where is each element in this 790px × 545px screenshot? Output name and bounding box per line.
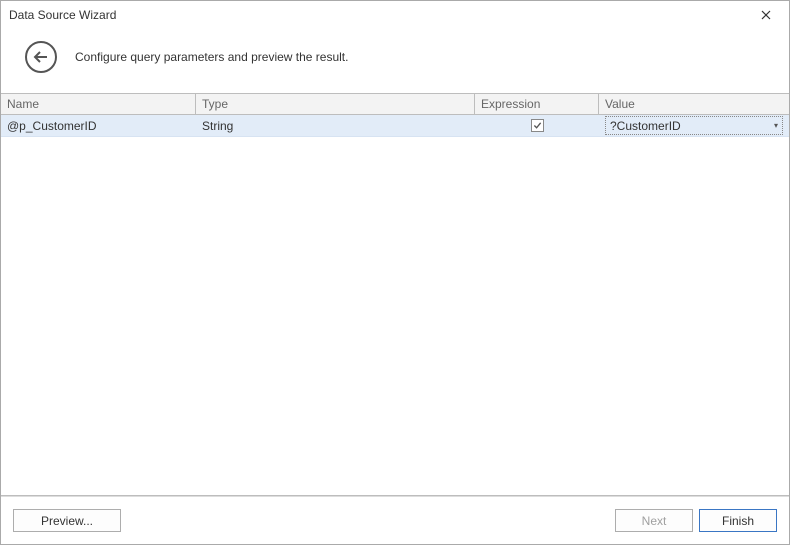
column-header-name[interactable]: Name bbox=[1, 94, 196, 114]
footer: Preview... Next Finish bbox=[1, 496, 789, 544]
value-text: ?CustomerID bbox=[610, 119, 774, 133]
chevron-down-icon: ▾ bbox=[774, 121, 778, 130]
close-icon bbox=[761, 10, 771, 20]
window-title: Data Source Wizard bbox=[9, 8, 751, 22]
grid-body: @p_CustomerID String ?CustomerID ▾ bbox=[1, 115, 789, 496]
param-type-cell[interactable]: String bbox=[196, 115, 475, 136]
column-header-value[interactable]: Value bbox=[599, 94, 789, 114]
wizard-window: Data Source Wizard Configure query param… bbox=[0, 0, 790, 545]
back-button[interactable] bbox=[25, 41, 57, 73]
expression-checkbox[interactable] bbox=[531, 119, 544, 132]
column-header-type[interactable]: Type bbox=[196, 94, 475, 114]
check-icon bbox=[533, 121, 542, 130]
preview-button[interactable]: Preview... bbox=[13, 509, 121, 532]
next-button: Next bbox=[615, 509, 693, 532]
expression-cell[interactable] bbox=[475, 115, 599, 136]
param-name-cell[interactable]: @p_CustomerID bbox=[1, 115, 196, 136]
value-dropdown[interactable]: ?CustomerID ▾ bbox=[605, 116, 783, 135]
finish-button[interactable]: Finish bbox=[699, 509, 777, 532]
close-button[interactable] bbox=[751, 3, 781, 27]
titlebar: Data Source Wizard bbox=[1, 1, 789, 29]
grid-header: Name Type Expression Value bbox=[1, 93, 789, 115]
table-row[interactable]: @p_CustomerID String ?CustomerID ▾ bbox=[1, 115, 789, 137]
instruction-text: Configure query parameters and preview t… bbox=[75, 50, 348, 64]
header: Configure query parameters and preview t… bbox=[1, 29, 789, 93]
column-header-expression[interactable]: Expression bbox=[475, 94, 599, 114]
value-cell[interactable]: ?CustomerID ▾ bbox=[599, 115, 789, 136]
arrow-left-icon bbox=[33, 51, 49, 63]
